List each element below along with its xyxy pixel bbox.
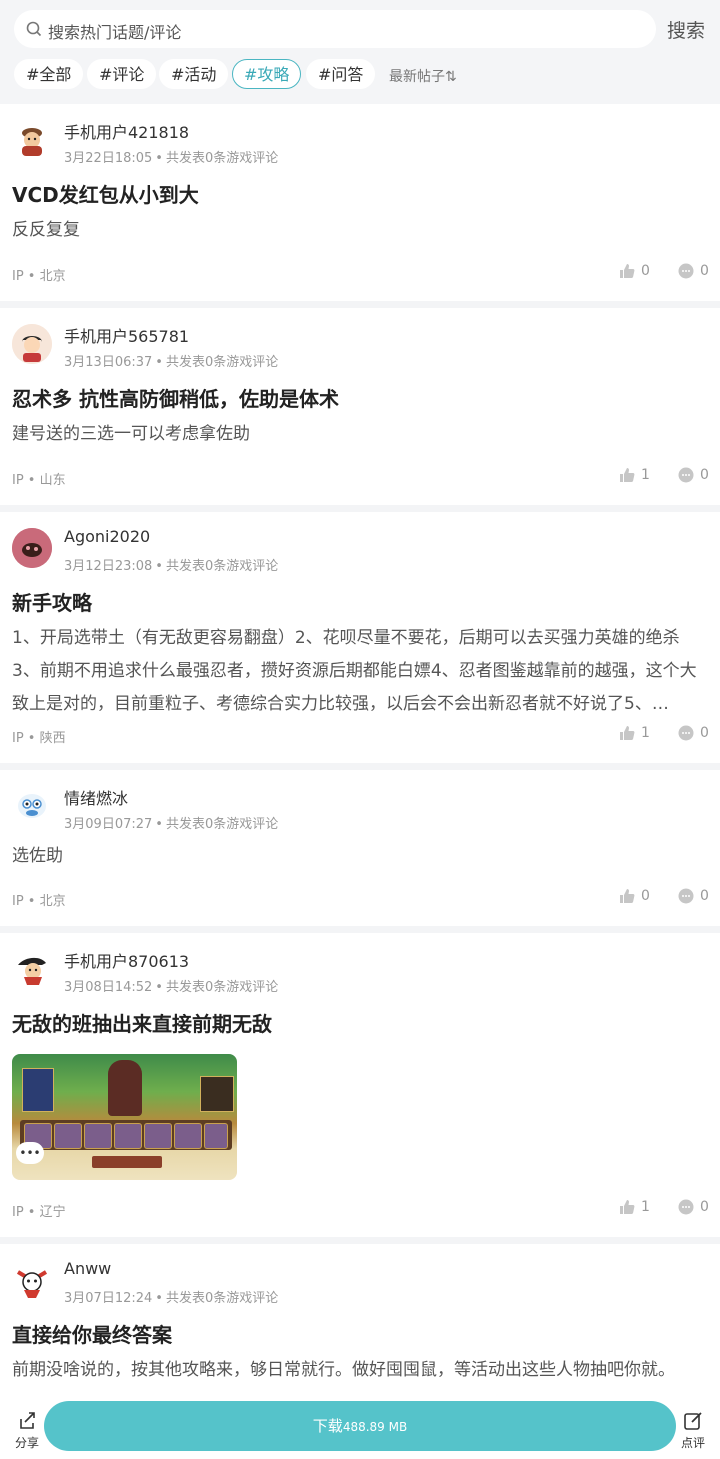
post-title[interactable]: 忍术多 抗性高防御稍低，佐助是体术 (12, 383, 339, 412)
search-icon (26, 21, 42, 41)
edit-icon (684, 1412, 702, 1430)
username[interactable]: 手机用户565781 (64, 323, 189, 347)
post-title[interactable]: 新手攻略 (12, 587, 92, 616)
comment-icon (678, 1199, 694, 1215)
comment-icon (678, 888, 694, 904)
post-meta: 3月13日06:37 • 共发表0条游戏评论 (64, 355, 279, 370)
top-bar: 搜索热门话题/评论 搜索 #全部 #评论 #活动 #攻略 #问答 最新帖子⇅ (0, 0, 720, 104)
like-button[interactable]: 0 (619, 263, 650, 279)
tag-guide[interactable]: #攻略 (232, 59, 302, 89)
post-meta: 3月09日07:27 • 共发表0条游戏评论 (64, 817, 279, 832)
avatar[interactable] (12, 120, 52, 160)
comment-button[interactable]: 0 (678, 888, 709, 904)
thumbs-up-icon (620, 1200, 635, 1214)
username[interactable]: 手机用户421818 (64, 119, 189, 143)
comment-button[interactable]: 0 (678, 725, 709, 741)
post-body[interactable]: 建号送的三选一可以考虑拿佐助 (12, 418, 707, 451)
tag-event[interactable]: #活动 (159, 59, 229, 89)
search-input[interactable]: 搜索热门话题/评论 (14, 10, 656, 48)
ip-location: IP • 北京 (12, 269, 66, 284)
thumbs-up-icon (620, 264, 635, 278)
comment-icon (678, 725, 694, 741)
like-button[interactable]: 0 (619, 888, 650, 904)
post-body[interactable]: 反反复复 (12, 214, 707, 247)
comment-button[interactable]: 0 (678, 263, 709, 279)
post-card[interactable]: 手机用户870613 3月08日14:52 • 共发表0条游戏评论 无敌的班抽出来直… (0, 933, 720, 1237)
post-card[interactable]: 手机用户565781 3月13日06:37 • 共发表0条游戏评论 忍术多 抗性高防… (0, 308, 720, 505)
post-body[interactable]: 前期没啥说的，按其他攻略来，够日常就行。做好囤囤鼠，等活动出这些人物抽吧你就。 (12, 1354, 707, 1387)
post-image[interactable]: ••• (12, 1054, 237, 1180)
thumbs-up-icon (620, 468, 635, 482)
search-placeholder: 搜索热门话题/评论 (48, 23, 182, 42)
avatar[interactable] (12, 528, 52, 568)
thumbs-up-icon (620, 889, 635, 903)
tag-qa[interactable]: #问答 (306, 59, 376, 89)
post-meta: 3月08日14:52 • 共发表0条游戏评论 (64, 980, 279, 995)
sort-toggle[interactable]: 最新帖子⇅ (389, 66, 457, 86)
post-meta: 3月12日23:08 • 共发表0条游戏评论 (64, 559, 279, 574)
share-icon (20, 1412, 35, 1429)
ip-location: IP • 北京 (12, 894, 66, 909)
post-body[interactable]: 1、开局选带土（有无敌更容易翻盘）2、花呗尽量不要花，后期可以去买强力英雄的绝杀… (12, 622, 707, 721)
avatar[interactable] (12, 949, 52, 989)
username[interactable]: 情绪燃冰 (64, 785, 128, 809)
download-button[interactable]: 下载488.89 MB (44, 1401, 676, 1451)
comment-button[interactable]: 0 (678, 467, 709, 483)
like-button[interactable]: 1 (619, 725, 650, 741)
share-button[interactable]: 分享 (14, 1411, 40, 1451)
avatar[interactable] (12, 786, 52, 826)
username[interactable]: Agoni2020 (64, 527, 150, 546)
avatar[interactable] (12, 324, 52, 364)
post-title[interactable]: 直接给你最终答案 (12, 1319, 172, 1348)
post-title[interactable]: 无敌的班抽出来直接前期无敌 (12, 1008, 272, 1037)
post-card[interactable]: Anww 3月07日12:24 • 共发表0条游戏评论 直接给你最终答案 前期没啥说… (0, 1244, 720, 1395)
search-button[interactable]: 搜索 (667, 16, 705, 43)
tag-review[interactable]: #评论 (87, 59, 157, 89)
like-button[interactable]: 1 (619, 467, 650, 483)
comment-icon (678, 467, 694, 483)
review-button[interactable]: 点评 (680, 1411, 706, 1451)
ip-location: IP • 山东 (12, 473, 66, 488)
ip-location: IP • 辽宁 (12, 1205, 66, 1220)
thumbs-up-icon (620, 726, 635, 740)
bottom-action-bar: 分享 下载488.89 MB 点评 (0, 1395, 720, 1459)
ip-location: IP • 陕西 (12, 731, 66, 746)
post-body[interactable]: 选佐助 (12, 840, 707, 873)
tag-all[interactable]: #全部 (14, 59, 84, 89)
comment-icon (678, 263, 694, 279)
post-title[interactable]: VCD发红包从小到大 (12, 179, 199, 208)
post-meta: 3月22日18:05 • 共发表0条游戏评论 (64, 151, 279, 166)
post-card[interactable]: Agoni2020 3月12日23:08 • 共发表0条游戏评论 新手攻略 1、开局… (0, 512, 720, 763)
comment-button[interactable]: 0 (678, 1199, 709, 1215)
avatar[interactable] (12, 1260, 52, 1300)
username[interactable]: 手机用户870613 (64, 948, 189, 972)
username[interactable]: Anww (64, 1259, 111, 1278)
like-button[interactable]: 1 (619, 1199, 650, 1215)
post-card[interactable]: 情绪燃冰 3月09日07:27 • 共发表0条游戏评论 选佐助 IP • 北京 0 … (0, 770, 720, 926)
post-card[interactable]: 手机用户421818 3月22日18:05 • 共发表0条游戏评论 VCD发红包从小… (0, 104, 720, 301)
more-icon[interactable]: ••• (16, 1142, 44, 1164)
post-meta: 3月07日12:24 • 共发表0条游戏评论 (64, 1291, 279, 1306)
